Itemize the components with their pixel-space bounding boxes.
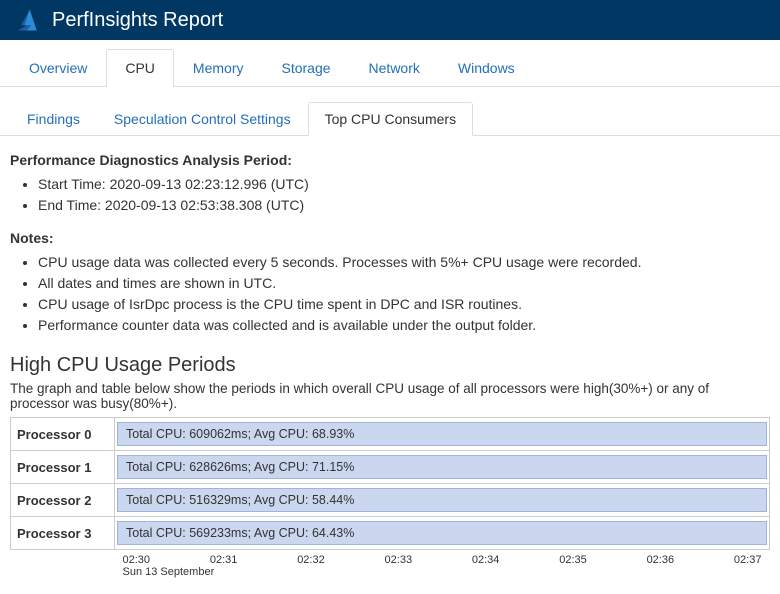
high-cpu-desc: The graph and table below show the perio… [10, 381, 770, 411]
note-item: CPU usage of IsrDpc process is the CPU t… [38, 294, 770, 315]
azure-logo-icon [14, 6, 42, 34]
axis-tick: 02:32 [297, 554, 325, 566]
tab-network[interactable]: Network [350, 49, 439, 87]
analysis-period-list: Start Time: 2020-09-13 02:23:12.996 (UTC… [38, 174, 770, 216]
high-cpu-title: High CPU Usage Periods [10, 354, 770, 377]
main-tabs: Overview CPU Memory Storage Network Wind… [0, 48, 780, 87]
notes-heading: Notes: [10, 230, 770, 246]
axis-tick: 02:33 [385, 554, 413, 566]
axis-tick: 02:34 [472, 554, 500, 566]
time-axis-row: 02:30 02:31 02:32 02:33 02:34 02:35 02:3… [11, 550, 770, 579]
cpu-bar[interactable]: Total CPU: 609062ms; Avg CPU: 68.93% [117, 422, 767, 446]
subtab-findings[interactable]: Findings [10, 102, 97, 136]
processor-label: Processor 0 [11, 418, 115, 451]
analysis-period-heading: Performance Diagnostics Analysis Period: [10, 152, 770, 168]
processor-row: Processor 0 Total CPU: 609062ms; Avg CPU… [11, 418, 770, 451]
notes-list: CPU usage data was collected every 5 sec… [38, 252, 770, 336]
processor-label: Processor 2 [11, 484, 115, 517]
cpu-bar[interactable]: Total CPU: 516329ms; Avg CPU: 58.44% [117, 488, 767, 512]
end-time: End Time: 2020-09-13 02:53:38.308 (UTC) [38, 195, 770, 216]
processor-row: Processor 1 Total CPU: 628626ms; Avg CPU… [11, 451, 770, 484]
axis-tick: 02:31 [210, 554, 238, 566]
processor-row: Processor 2 Total CPU: 516329ms; Avg CPU… [11, 484, 770, 517]
tab-overview[interactable]: Overview [10, 49, 106, 87]
axis-tick: 02:37 [734, 554, 762, 566]
subtab-top-cpu[interactable]: Top CPU Consumers [308, 102, 474, 136]
axis-tick: 02:36 [647, 554, 675, 566]
processor-row: Processor 3 Total CPU: 569233ms; Avg CPU… [11, 517, 770, 550]
cpu-bar[interactable]: Total CPU: 628626ms; Avg CPU: 71.15% [117, 455, 767, 479]
note-item: Performance counter data was collected a… [38, 315, 770, 336]
processor-label: Processor 3 [11, 517, 115, 550]
app-header: PerfInsights Report [0, 0, 780, 40]
axis-tick: 02:35 [559, 554, 587, 566]
tab-memory[interactable]: Memory [174, 49, 263, 87]
sub-tabs: Findings Speculation Control Settings To… [0, 101, 780, 136]
tab-content: Performance Diagnostics Analysis Period:… [0, 136, 780, 594]
note-item: CPU usage data was collected every 5 sec… [38, 252, 770, 273]
processor-label: Processor 1 [11, 451, 115, 484]
tab-windows[interactable]: Windows [439, 49, 534, 87]
tab-storage[interactable]: Storage [262, 49, 349, 87]
note-item: All dates and times are shown in UTC. [38, 273, 770, 294]
start-time: Start Time: 2020-09-13 02:23:12.996 (UTC… [38, 174, 770, 195]
page-title: PerfInsights Report [52, 9, 223, 32]
tab-cpu[interactable]: CPU [106, 49, 174, 87]
time-axis-ticks: 02:30 02:31 02:32 02:33 02:34 02:35 02:3… [115, 550, 770, 566]
cpu-bar[interactable]: Total CPU: 569233ms; Avg CPU: 64.43% [117, 521, 767, 545]
subtab-speculation[interactable]: Speculation Control Settings [97, 102, 308, 136]
cpu-usage-chart: Processor 0 Total CPU: 609062ms; Avg CPU… [10, 417, 770, 578]
axis-tick: 02:30 [123, 554, 151, 566]
